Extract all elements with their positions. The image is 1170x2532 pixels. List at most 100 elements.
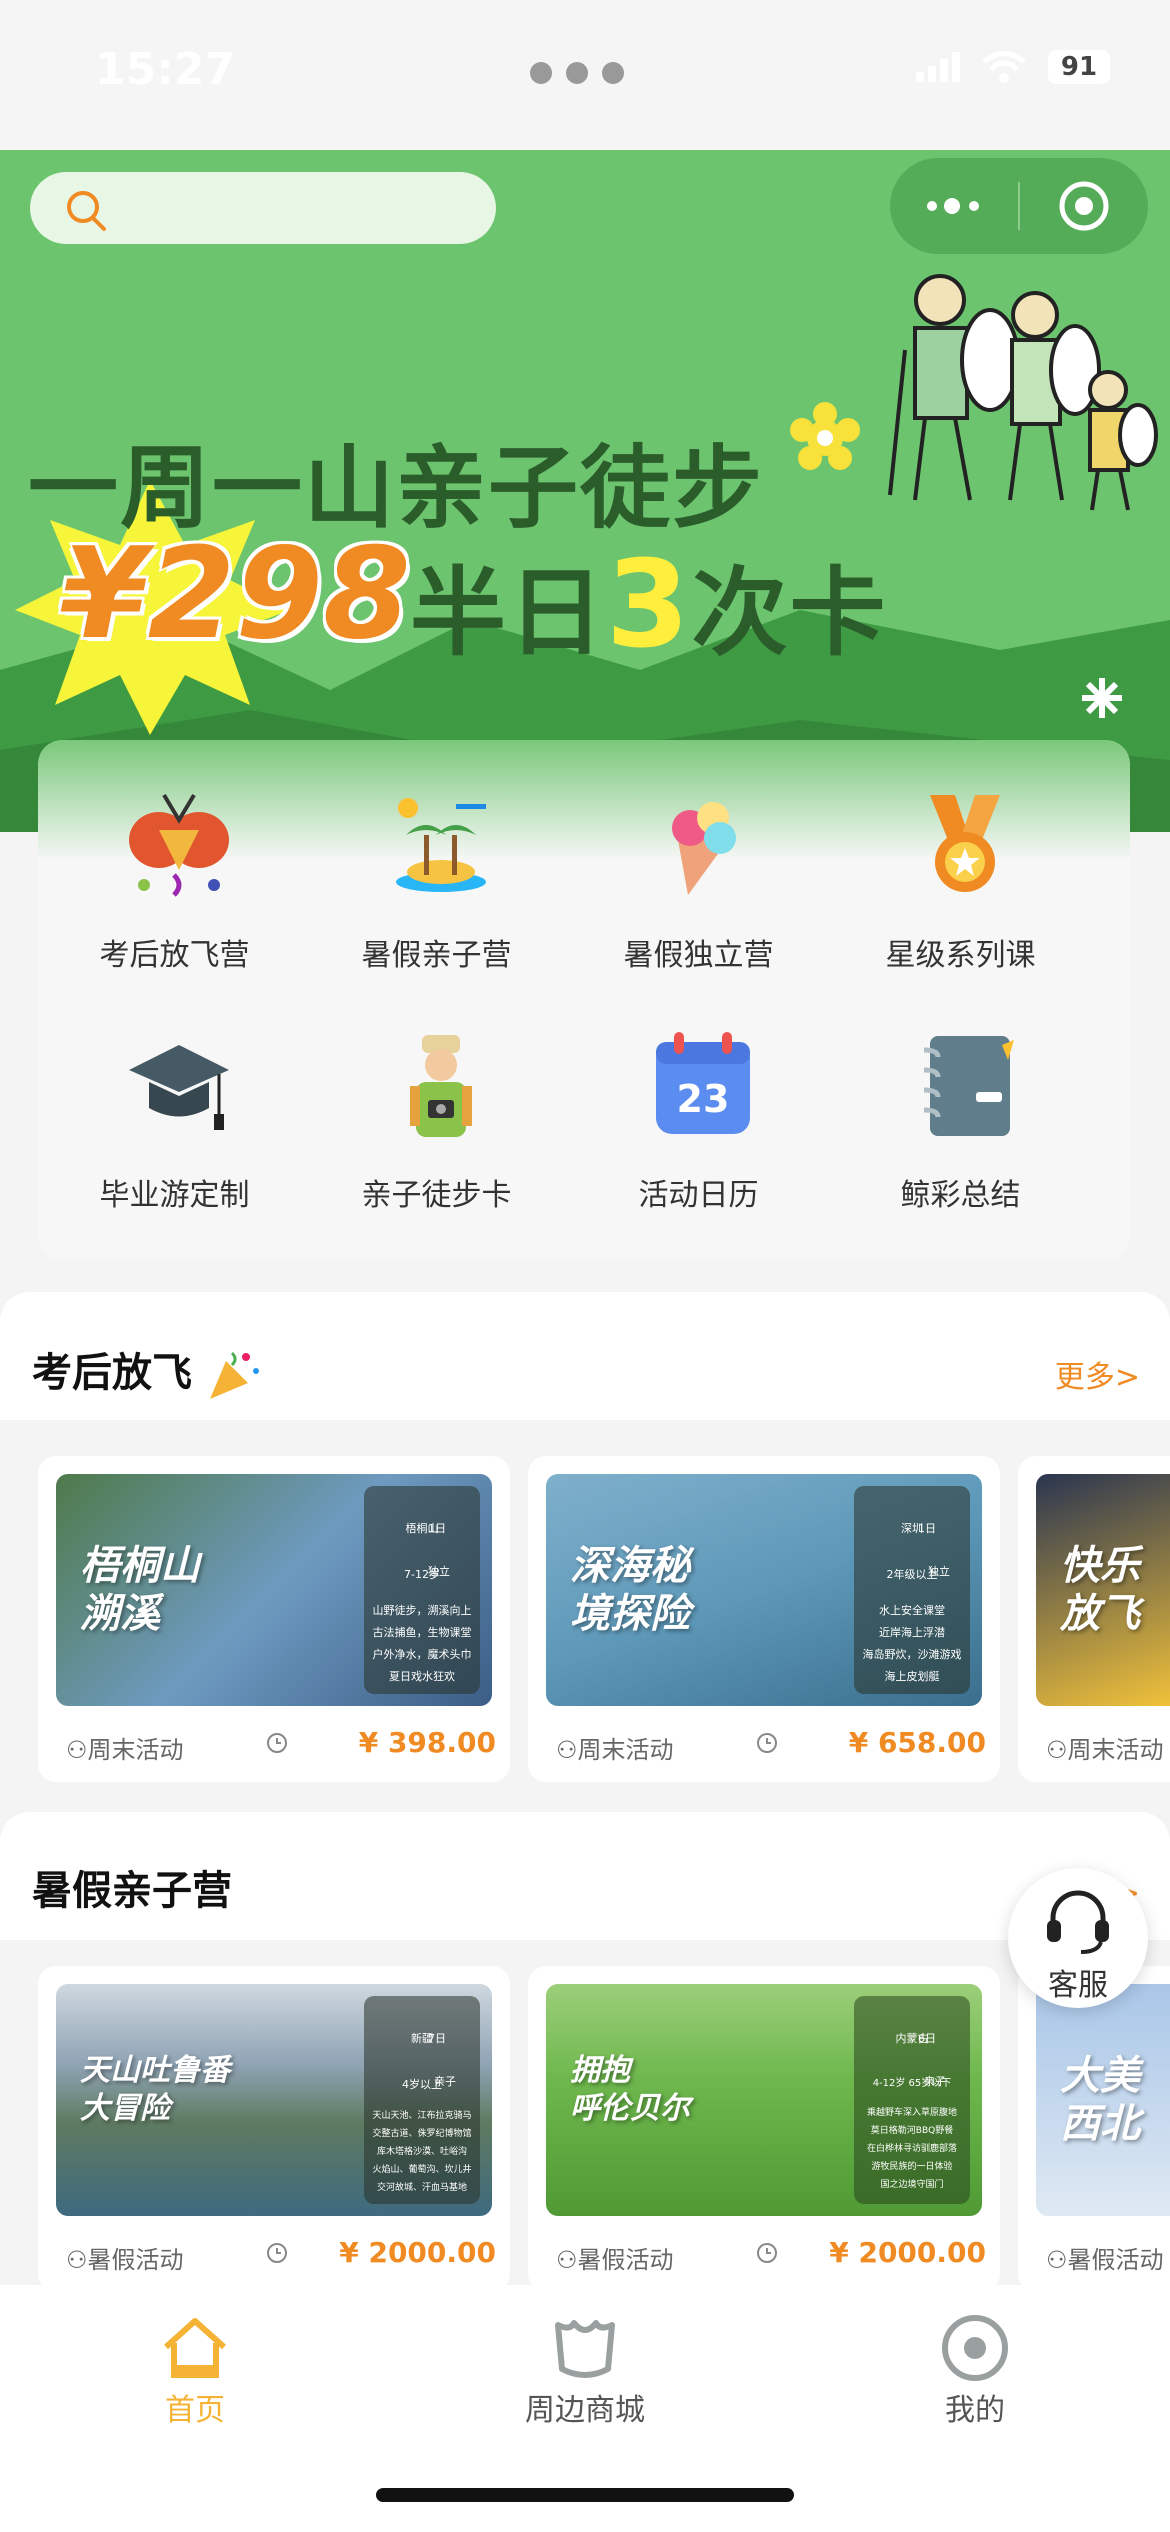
activity-image: 拥抱 呼伦贝尔 内蒙古 6日 4-12岁 65岁以下 亲子 乘越野车深入草原腹地 … <box>546 1984 982 2216</box>
banner-subline: 半日3次卡 <box>410 536 888 675</box>
activity-meta: ⚇暑假活动 ¥ 2000.00 <box>556 2236 986 2276</box>
activity-tag: ⚇周末活动 <box>66 1736 184 1764</box>
category-menu: 考后放飞营 暑假亲子营 暑假独立营 星级系列课 毕业游定制 亲子徒步卡 23 活… <box>38 740 1130 1260</box>
activity-meta: ⚇暑假活动 <box>1046 2236 1166 2276</box>
calendar-day: 23 <box>677 1077 730 1121</box>
activity-meta: ⚇周末活动 ¥ 658.00 <box>556 1726 986 1766</box>
activity-image: 梧桐山 溯溪 梧桐山 1日 7-12岁 独立 山野徒步，溯溪向上 古法捕鱼，生物课… <box>56 1474 492 1706</box>
activity-info-panel: 内蒙古 6日 4-12岁 65岁以下 亲子 乘越野车深入草原腹地 莫日格勒河BB… <box>854 1996 970 2204</box>
page-indicator-dots <box>530 62 624 84</box>
activity-price: ¥ 658.00 <box>848 1726 986 1759</box>
activity-image: 天山吐鲁番 大冒险 新疆 7日 4岁以上 亲子 天山天池、江布拉克骑马 交整古道、… <box>56 1984 492 2216</box>
activity-meta: ⚇周末活动 ¥ 398.00 <box>66 1726 496 1766</box>
activity-tag: ⚇周末活动 <box>556 1736 674 1764</box>
ice-cream-icon <box>672 802 736 895</box>
activity-meta: ⚇暑假活动 ¥ 2000.00 <box>66 2236 496 2276</box>
activity-meta: ⚇周末活动 <box>1046 1726 1166 1766</box>
battery-icon: 91 <box>1048 50 1110 84</box>
close-miniapp-button[interactable] <box>1020 158 1148 254</box>
activity-info-panel: 新疆 7日 4岁以上 亲子 天山天池、江布拉克骑马 交整古道、侏罗纪博物馆 库木… <box>364 1996 480 2204</box>
activity-image-title: 拥抱 呼伦贝尔 <box>570 2053 690 2126</box>
activity-card[interactable]: 梧桐山 溯溪 梧桐山 1日 7-12岁 独立 山野徒步，溯溪向上 古法捕鱼，生物课… <box>38 1456 510 1782</box>
clock-icon <box>267 1733 287 1753</box>
more-dots-icon <box>927 198 979 214</box>
headset-icon <box>1047 1890 1109 1954</box>
menu-item-label: 星级系列课 <box>885 938 1036 973</box>
more-options-button[interactable] <box>890 158 1018 254</box>
activity-image-title: 天山吐鲁番 大冒险 <box>80 2053 230 2126</box>
status-icons: 91 <box>916 50 1110 84</box>
menu-item-label: 活动日历 <box>638 1178 759 1213</box>
tab-mine[interactable]: 我的 <box>780 2285 1170 2485</box>
menu-item-label: 鲸彩总结 <box>900 1178 1021 1213</box>
tab-home[interactable]: 首页 <box>0 2285 390 2485</box>
clock-icon <box>267 2243 287 2263</box>
menu-item-label: 亲子徒步卡 <box>361 1178 512 1213</box>
activity-image-title: 梧桐山 溯溪 <box>80 1543 200 1637</box>
tab-label: 首页 <box>165 2393 225 2428</box>
activity-info-panel: 梧桐山 1日 7-12岁 独立 山野徒步，溯溪向上 古法捕鱼，生物课堂 户外净水… <box>364 1486 480 1694</box>
tab-shop[interactable]: 周边商城 <box>390 2285 780 2485</box>
activity-price: ¥ 2000.00 <box>339 2236 496 2269</box>
activity-image-title: 快乐 放飞 <box>1060 1543 1140 1637</box>
activity-tag: ⚇暑假活动 <box>556 2246 674 2274</box>
miniapp-capsule <box>890 158 1148 254</box>
clock-icon <box>757 2243 777 2263</box>
tab-label: 周边商城 <box>525 2393 645 2428</box>
activity-info-panel: 深圳 1日 2年级以上 独立 水上安全课堂 近岸海上浮潜 海岛野炊，沙滩游戏 海… <box>854 1486 970 1694</box>
notebook-icon <box>923 1036 1014 1136</box>
signal-icon <box>916 52 960 82</box>
home-icon <box>163 2318 227 2378</box>
banner-price: ¥298 <box>60 520 411 667</box>
activity-card[interactable]: 天山吐鲁番 大冒险 新疆 7日 4岁以上 亲子 天山天池、江布拉克骑马 交整古道、… <box>38 1966 510 2292</box>
calendar-icon: 23 <box>656 1032 750 1134</box>
hikers-illustration <box>888 274 1158 511</box>
search-icon <box>67 191 106 231</box>
activity-image-title: 深海秘 境探险 <box>570 1543 690 1637</box>
party-popper-icon <box>129 793 229 897</box>
clock-icon <box>757 1733 777 1753</box>
section-title: 考后放飞 <box>32 1340 262 1403</box>
island-icon <box>396 798 486 892</box>
menu-item-label: 毕业游定制 <box>99 1178 250 1213</box>
menu-item-label: 暑假亲子营 <box>361 938 512 973</box>
activity-image: 快乐 放飞 <box>1036 1474 1170 1706</box>
menu-item-post-exam-camp[interactable]: 考后放飞营 <box>38 740 311 973</box>
menu-item-summer-solo-camp[interactable]: 暑假独立营 <box>562 740 835 973</box>
tab-label: 我的 <box>945 2393 1005 2428</box>
customer-service-button[interactable]: 客服 <box>1008 1868 1148 2008</box>
activity-card[interactable]: 大美 西北 ⚇暑假活动 <box>1018 1966 1170 2292</box>
section-title: 暑假亲子营 <box>32 1868 232 1914</box>
menu-item-label: 考后放飞营 <box>99 938 250 973</box>
shopping-bag-icon <box>555 2320 615 2378</box>
search-bar[interactable] <box>30 172 496 244</box>
activity-price: ¥ 398.00 <box>358 1726 496 1759</box>
menu-item-activity-calendar[interactable]: 23 活动日历 <box>562 980 835 1213</box>
activity-tag: ⚇暑假活动 <box>66 2246 184 2274</box>
activity-tag: ⚇暑假活动 <box>1046 2246 1164 2274</box>
party-popper-icon <box>209 1351 259 1399</box>
activity-price: ¥ 2000.00 <box>829 2236 986 2269</box>
activity-image-title: 大美 西北 <box>1060 2053 1140 2147</box>
activity-image: 大美 西北 <box>1036 1984 1170 2216</box>
menu-item-star-course[interactable]: 星级系列课 <box>824 740 1097 973</box>
wifi-icon <box>982 51 1026 83</box>
profile-target-icon <box>942 2315 1008 2381</box>
menu-item-graduation-trip[interactable]: 毕业游定制 <box>38 980 311 1213</box>
more-link[interactable]: 更多> <box>1055 1352 1140 1396</box>
graduation-cap-icon <box>129 1045 229 1130</box>
menu-item-summary[interactable]: 鲸彩总结 <box>824 980 1097 1213</box>
status-time: 15:27 <box>95 44 236 95</box>
target-icon <box>1059 181 1109 231</box>
hiker-icon <box>410 1035 472 1137</box>
medal-icon <box>930 795 1000 892</box>
home-indicator <box>376 2488 794 2502</box>
activity-card[interactable]: 快乐 放飞 ⚇周末活动 <box>1018 1456 1170 1782</box>
activity-card[interactable]: 深海秘 境探险 深圳 1日 2年级以上 独立 水上安全课堂 近岸海上浮潜 海岛野炊… <box>528 1456 1000 1782</box>
menu-item-summer-family-camp[interactable]: 暑假亲子营 <box>300 740 573 973</box>
menu-item-label: 暑假独立营 <box>623 938 774 973</box>
activity-card[interactable]: 拥抱 呼伦贝尔 内蒙古 6日 4-12岁 65岁以下 亲子 乘越野车深入草原腹地 … <box>528 1966 1000 2292</box>
activity-tag: ⚇周末活动 <box>1046 1736 1164 1764</box>
menu-item-hiking-card[interactable]: 亲子徒步卡 <box>300 980 573 1213</box>
customer-service-label: 客服 <box>1048 1968 1108 2003</box>
